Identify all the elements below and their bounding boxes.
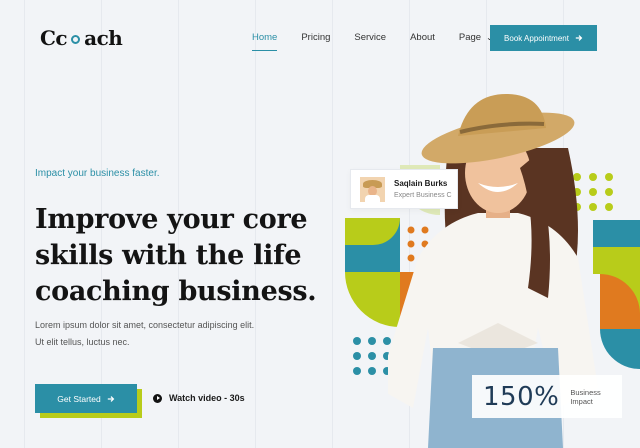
stat-value: 150% [483, 381, 560, 412]
profile-role: Expert Business C [394, 192, 452, 199]
hero-body: Lorem ipsum dolor sit amet, consectetur … [35, 320, 255, 347]
logo-prefix: C [40, 26, 56, 50]
get-started-label: Get Started [57, 393, 101, 404]
watch-video-link[interactable]: Watch video - 30s [153, 393, 245, 403]
logo-ring-icon [71, 34, 81, 44]
stats-card: 150% Business Impact [472, 375, 622, 418]
logo-suffix: ach [84, 26, 123, 50]
play-icon [153, 393, 162, 403]
hero-headline: Improve your core skills with the life c… [35, 204, 317, 307]
nav-item-service[interactable]: Service [354, 32, 386, 43]
profile-card: Saqlain Burks Expert Business C [350, 169, 458, 209]
nav-item-pricing[interactable]: Pricing [301, 32, 330, 43]
get-started-button[interactable]: Get Started [35, 384, 137, 413]
main-nav: Home Pricing Service About Page⌄ [252, 32, 517, 51]
nav-item-home[interactable]: Home [252, 32, 278, 51]
nav-item-about[interactable]: About [410, 32, 435, 43]
watch-video-label: Watch video - 30s [169, 393, 245, 403]
logo[interactable]: Cc ach [40, 26, 123, 50]
book-appointment-label: Book Appointment [504, 33, 569, 43]
arrow-right-icon [575, 35, 583, 41]
stat-label: Business Impact [570, 387, 601, 406]
nav-item-page[interactable]: Page⌄ [459, 32, 493, 43]
arrow-right-icon [107, 395, 115, 402]
book-appointment-button[interactable]: Book Appointment [490, 25, 597, 51]
hero-tagline: Impact your business faster. [35, 168, 160, 179]
profile-name: Saqlain Burks [394, 179, 448, 188]
avatar [360, 176, 385, 202]
